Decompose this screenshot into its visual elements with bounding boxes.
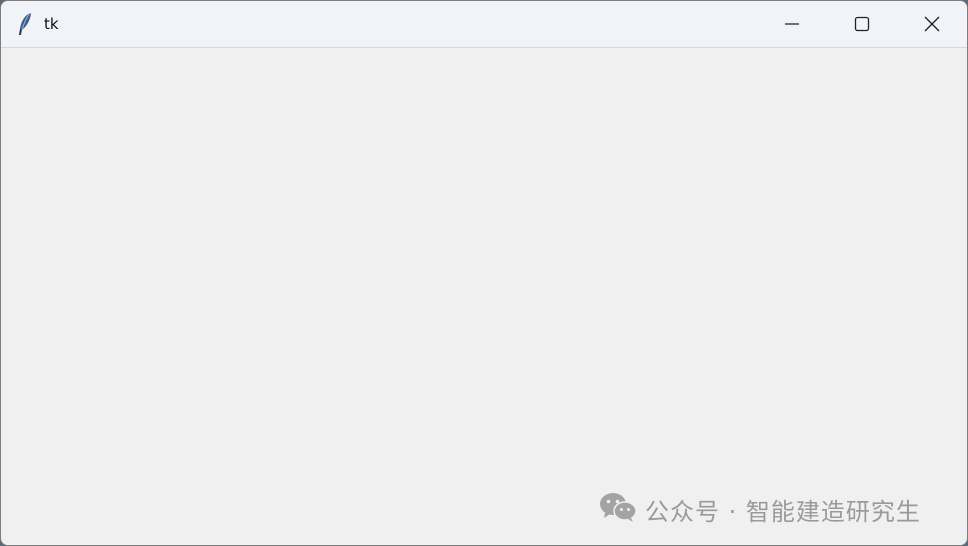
tk-feather-icon bbox=[16, 12, 34, 36]
close-icon bbox=[924, 16, 940, 32]
watermark-text: 公众号 · 智能建造研究生 bbox=[645, 497, 921, 526]
minimize-icon bbox=[784, 16, 800, 32]
window-title: tk bbox=[44, 15, 59, 33]
close-button[interactable] bbox=[897, 1, 967, 47]
watermark: 公众号 · 智能建造研究生 bbox=[599, 491, 921, 527]
window-client-area bbox=[1, 48, 967, 545]
maximize-icon bbox=[854, 16, 870, 32]
tk-window: tk 公众号 · 智能建造研究生 bbox=[0, 0, 968, 546]
wechat-icon bbox=[599, 491, 637, 528]
title-bar[interactable]: tk bbox=[1, 1, 967, 48]
maximize-button[interactable] bbox=[827, 1, 897, 47]
minimize-button[interactable] bbox=[757, 1, 827, 47]
